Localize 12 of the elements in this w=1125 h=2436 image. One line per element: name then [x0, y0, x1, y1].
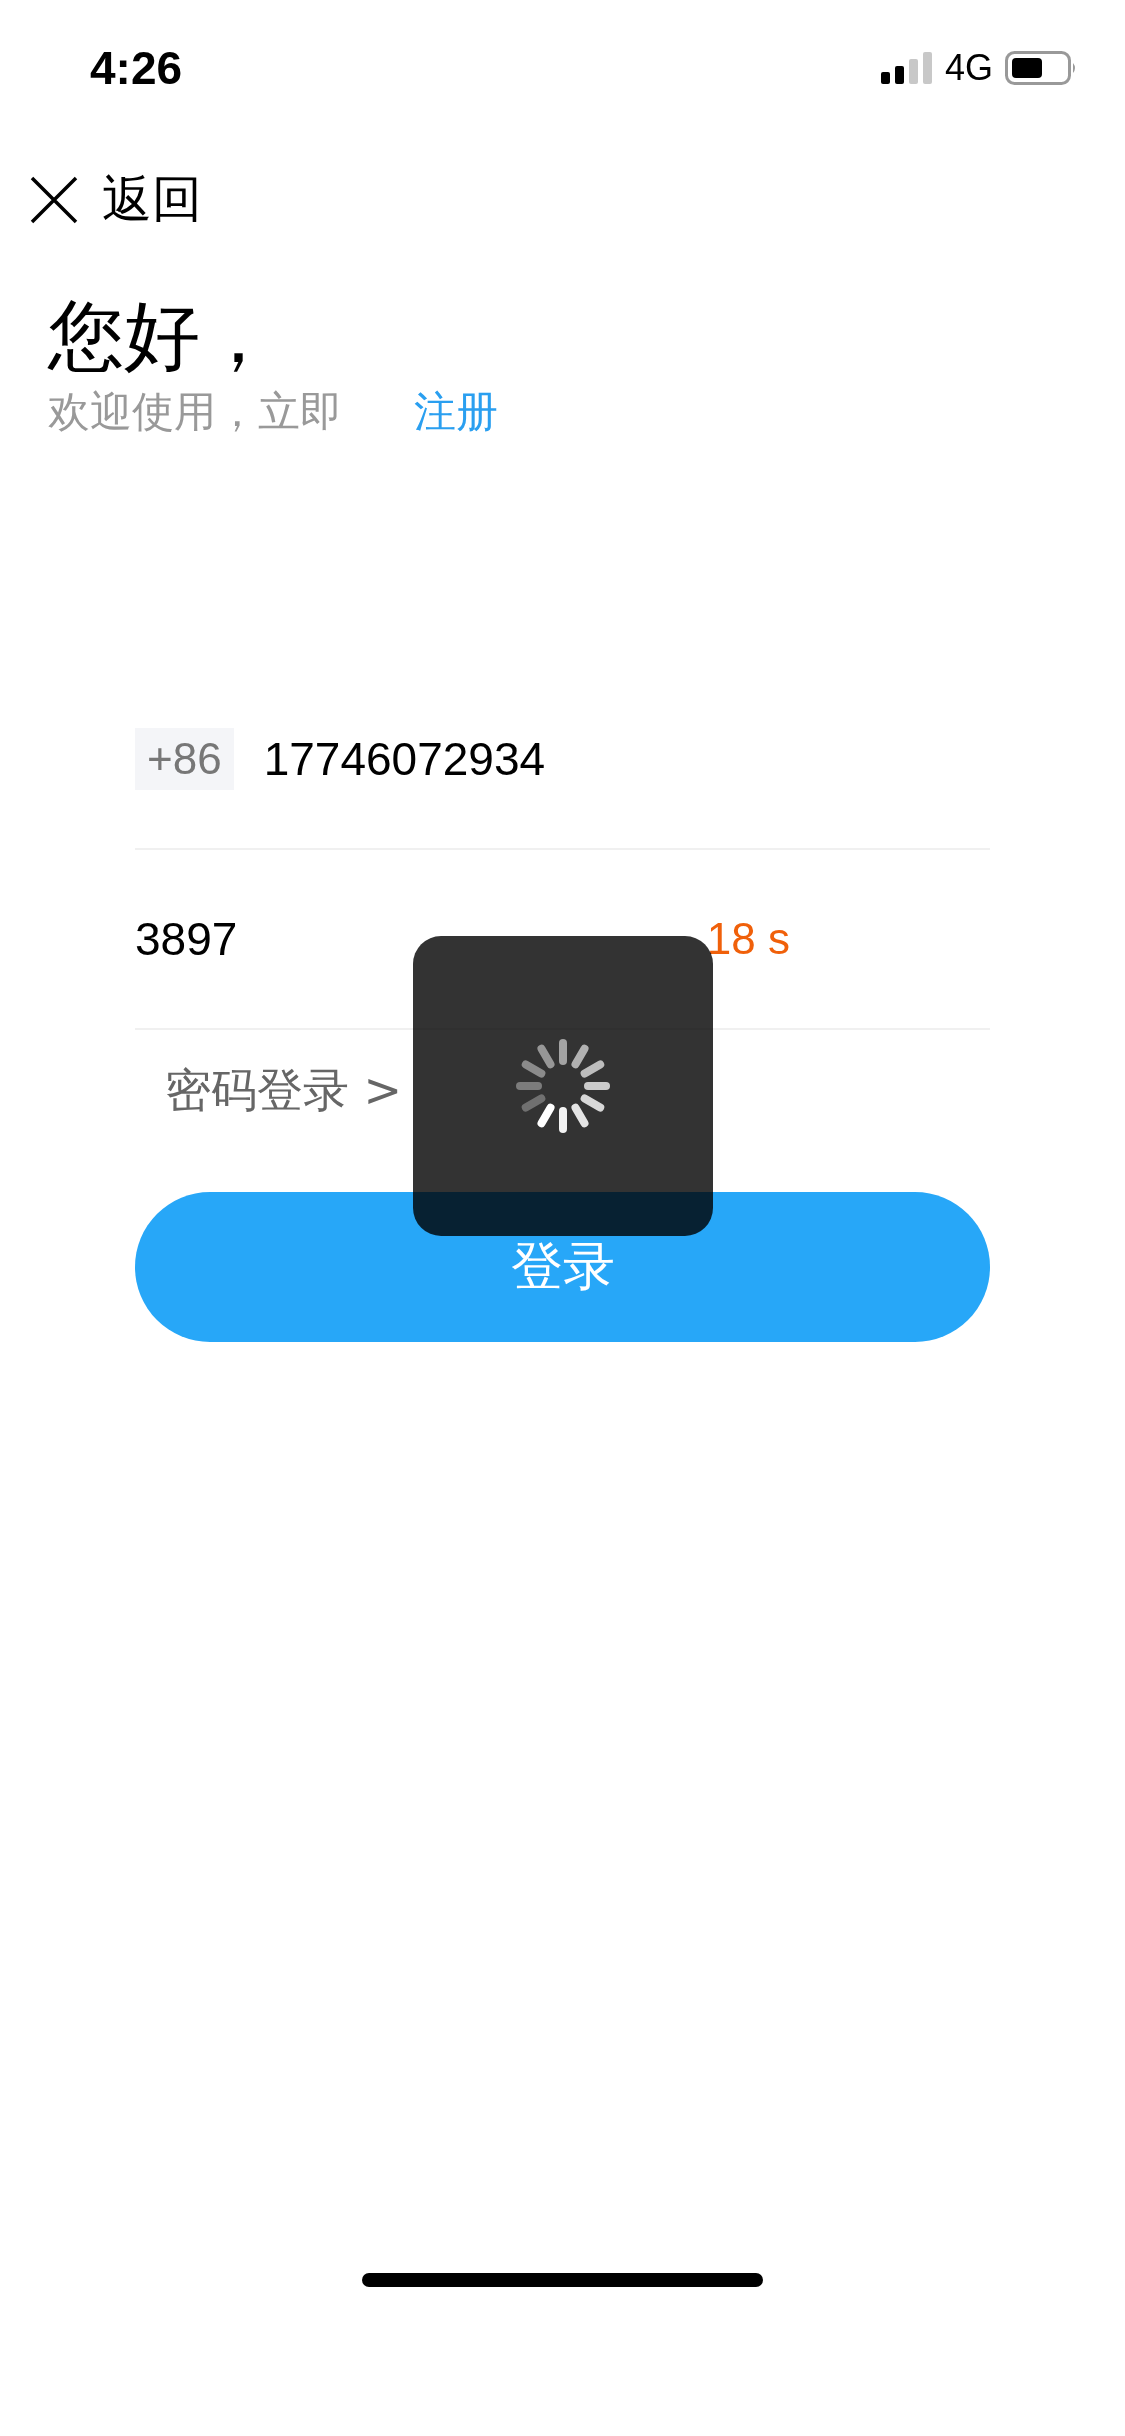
country-code[interactable]: +86: [135, 728, 234, 790]
network-label: 4G: [944, 47, 993, 89]
welcome-text: 欢迎使用，立即: [48, 385, 342, 438]
battery-icon: [1005, 51, 1077, 85]
close-icon: [30, 175, 78, 224]
status-time: 4:26: [90, 41, 183, 95]
signal-icon: [880, 52, 933, 84]
phone-field[interactable]: 17746072934: [263, 732, 764, 786]
countdown-timer: 18 s: [706, 914, 790, 964]
password-login-link[interactable]: 密码登录 >: [165, 1060, 403, 1122]
greeting-title: 您好，: [48, 294, 277, 378]
back-button[interactable]: 返回: [30, 166, 202, 233]
